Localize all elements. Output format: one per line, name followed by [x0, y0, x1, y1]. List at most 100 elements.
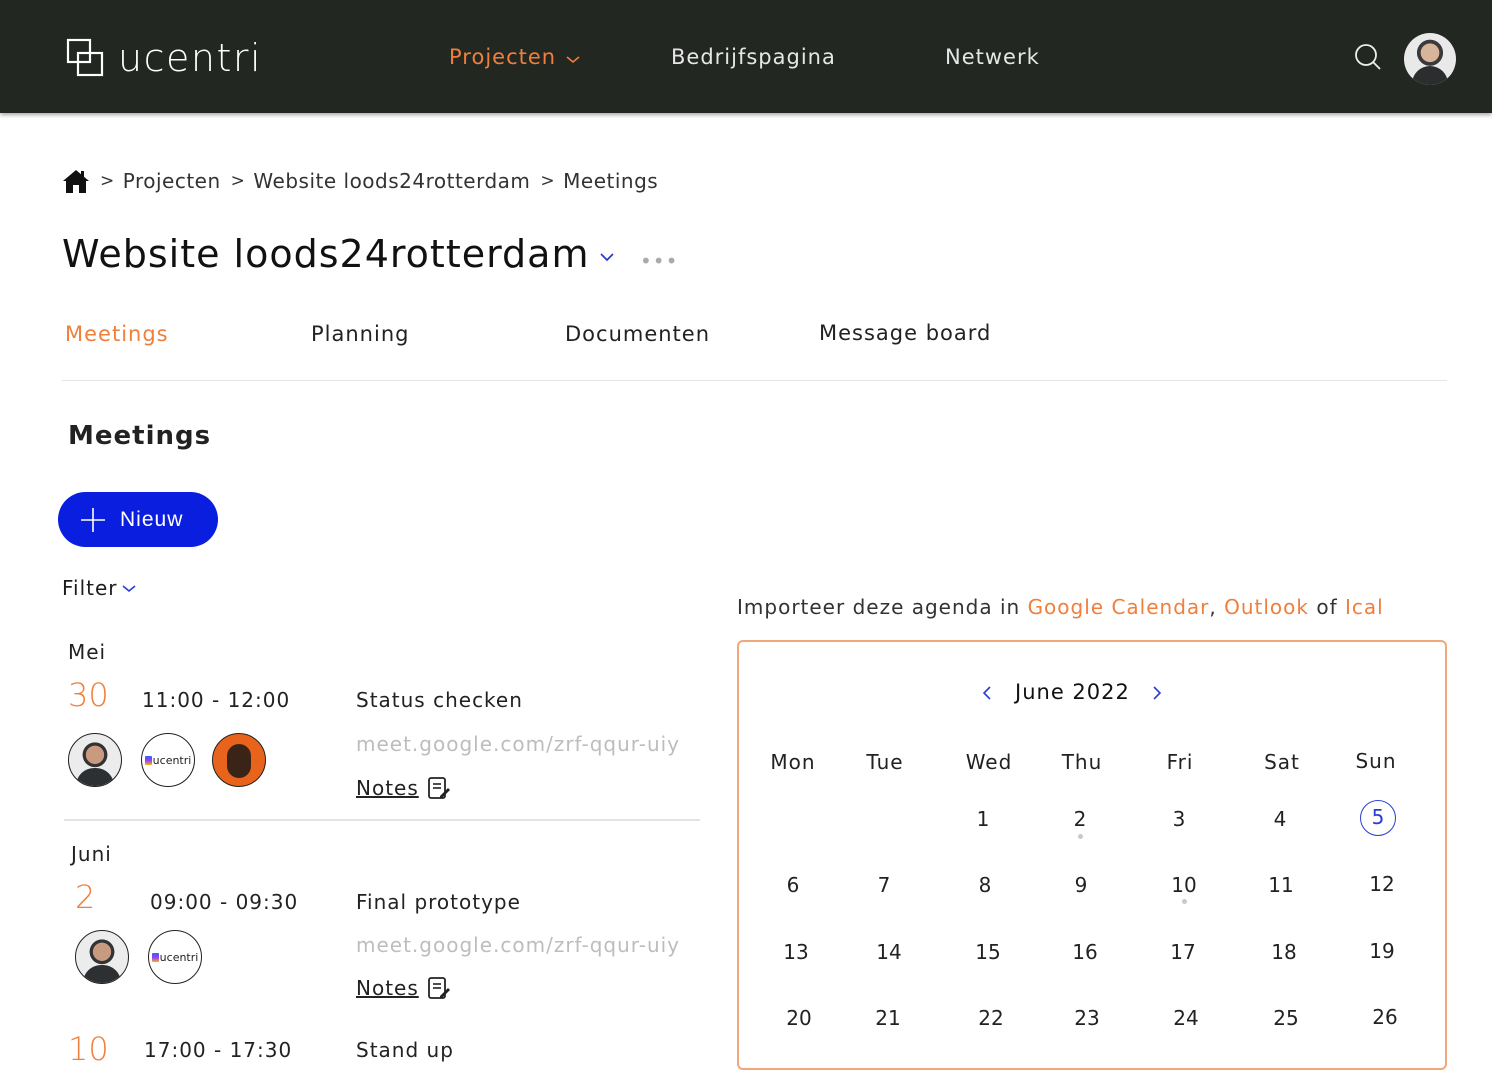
weekday-label: Tue — [866, 750, 904, 774]
calendar-day[interactable]: 18 — [1260, 932, 1308, 972]
calendar-day[interactable]: 16 — [1061, 932, 1109, 972]
calendar-day[interactable]: 14 — [865, 932, 913, 972]
section-heading: Meetings — [68, 421, 212, 451]
top-navigation-bar: ucentri Projecten Bedrijfspagina Netwerk — [0, 0, 1492, 113]
ucentri-logo-icon — [144, 755, 152, 765]
calendar-day[interactable]: 6 — [769, 865, 817, 905]
more-options-button[interactable]: ••• — [640, 249, 678, 273]
breadcrumb-separator: > — [230, 171, 246, 191]
meeting-time: 11:00 - 12:00 — [142, 688, 291, 712]
search-icon[interactable] — [1354, 43, 1382, 71]
ucentri-logo-text: ucentri — [152, 753, 192, 767]
chevron-down-icon — [122, 585, 136, 593]
tab-message-board[interactable]: Message board — [819, 321, 991, 345]
weekday-label: Sun — [1355, 749, 1397, 773]
calendar-day[interactable]: 26 — [1361, 997, 1409, 1037]
calendar-day[interactable]: 22 — [967, 998, 1015, 1038]
breadcrumb-separator: > — [540, 171, 556, 191]
chevron-down-icon[interactable] — [598, 250, 616, 264]
calendar-day[interactable]: 11 — [1257, 865, 1305, 905]
calendar-day[interactable]: 7 — [860, 865, 908, 905]
calendar-day[interactable]: 15 — [964, 932, 1012, 972]
meeting-divider — [64, 819, 700, 821]
logo-icon — [66, 38, 104, 77]
notes-edit-icon — [427, 777, 450, 799]
calendar-day[interactable]: 24 — [1162, 998, 1210, 1038]
project-tabs: Meetings Planning Documenten Message boa… — [62, 320, 1447, 381]
weekday-label: Wed — [965, 750, 1013, 774]
calendar-day[interactable]: 3 — [1155, 799, 1203, 839]
month-label: Mei — [68, 640, 107, 664]
meeting-item[interactable]: 30 11:00 - 12:00 Status checken meet.goo… — [64, 676, 700, 816]
import-prefix: Importeer deze agenda in — [737, 595, 1021, 619]
event-indicator-dot — [1078, 834, 1083, 839]
google-calendar-link[interactable]: Google Calendar — [1028, 595, 1210, 619]
participant-avatar[interactable] — [75, 930, 129, 984]
nav-projecten[interactable]: Projecten — [449, 45, 580, 69]
import-calendar-text: Importeer deze agenda in Google Calendar… — [737, 595, 1384, 619]
user-avatar[interactable] — [1404, 33, 1456, 85]
meeting-notes-link[interactable]: Notes — [356, 776, 451, 800]
calendar-day[interactable]: 8 — [961, 865, 1009, 905]
chevron-right-icon[interactable] — [1151, 685, 1163, 701]
calendar-day[interactable]: 9 — [1057, 865, 1105, 905]
calendar-day[interactable]: 21 — [864, 998, 912, 1038]
filter-label: Filter — [62, 576, 118, 600]
notes-label: Notes — [356, 976, 419, 1000]
calendar-day[interactable]: 20 — [775, 998, 823, 1038]
meeting-link[interactable]: meet.google.com/zrf-qqur-uiy — [356, 732, 680, 756]
meeting-link[interactable]: meet.google.com/zrf-qqur-uiy — [356, 933, 680, 957]
tab-meetings[interactable]: Meetings — [65, 322, 169, 346]
breadcrumb-separator: > — [100, 171, 115, 191]
outlook-link[interactable]: Outlook — [1224, 595, 1309, 619]
calendar-day[interactable]: 1 — [959, 799, 1007, 839]
filter-dropdown[interactable]: Filter — [62, 576, 136, 600]
breadcrumb-project[interactable]: Website loods24rotterdam — [253, 169, 530, 193]
meeting-item[interactable]: 2 09:00 - 09:30 Final prototype meet.goo… — [64, 878, 700, 1008]
page-title: Website loods24rotterdam — [62, 232, 590, 276]
weekday-label: Sat — [1264, 750, 1300, 774]
calendar-day-today[interactable]: 5 — [1360, 800, 1396, 836]
chevron-down-icon — [566, 56, 580, 64]
calendar-day[interactable]: 17 — [1159, 932, 1207, 972]
participant-avatar-ucentri[interactable]: ucentri — [148, 930, 202, 984]
import-of: of — [1316, 595, 1338, 619]
meeting-title: Stand up — [356, 1038, 454, 1062]
meeting-notes-link[interactable]: Notes — [356, 976, 451, 1000]
new-meeting-label: Nieuw — [120, 507, 184, 531]
calendar-month-label: June 2022 — [1015, 680, 1130, 704]
breadcrumb: > Projecten > Website loods24rotterdam >… — [62, 168, 658, 194]
calendar-widget: June 2022 Mon Tue Wed Thu Fri Sat Sun 1 … — [737, 640, 1447, 1070]
participant-avatar[interactable] — [212, 733, 266, 787]
nav-bedrijfspagina[interactable]: Bedrijfspagina — [671, 45, 836, 69]
nav-netwerk[interactable]: Netwerk — [945, 45, 1040, 69]
event-indicator-dot — [1182, 899, 1187, 904]
meeting-time: 17:00 - 17:30 — [144, 1038, 293, 1062]
new-meeting-button[interactable]: Nieuw — [58, 492, 218, 547]
meeting-day: 30 — [68, 676, 109, 714]
calendar-day[interactable]: 23 — [1063, 998, 1111, 1038]
breadcrumb-projecten[interactable]: Projecten — [123, 169, 221, 193]
participant-avatar-ucentri[interactable]: ucentri — [141, 733, 195, 787]
calendar-day[interactable]: 2 — [1056, 799, 1104, 839]
tab-planning[interactable]: Planning — [311, 322, 409, 346]
calendar-day[interactable]: 12 — [1358, 864, 1406, 904]
import-comma: , — [1209, 595, 1217, 619]
meeting-item[interactable]: 10 17:00 - 17:30 Stand up — [64, 1030, 700, 1070]
calendar-day[interactable]: 19 — [1358, 931, 1406, 971]
tab-documenten[interactable]: Documenten — [565, 322, 710, 346]
breadcrumb-meetings: Meetings — [563, 169, 659, 193]
participant-avatar[interactable] — [68, 733, 122, 787]
calendar-day[interactable]: 13 — [772, 932, 820, 972]
meeting-day: 10 — [68, 1030, 109, 1068]
chevron-left-icon[interactable] — [981, 685, 993, 701]
calendar-day[interactable]: 25 — [1262, 998, 1310, 1038]
ucentri-logo-icon — [151, 952, 159, 962]
logo[interactable]: ucentri — [66, 36, 262, 80]
meeting-title: Status checken — [356, 688, 523, 712]
ical-link[interactable]: Ical — [1345, 595, 1384, 619]
calendar-day[interactable]: 4 — [1256, 799, 1304, 839]
ucentri-logo-text: ucentri — [159, 950, 199, 964]
home-icon[interactable] — [62, 168, 90, 194]
meeting-time: 09:00 - 09:30 — [150, 890, 299, 914]
